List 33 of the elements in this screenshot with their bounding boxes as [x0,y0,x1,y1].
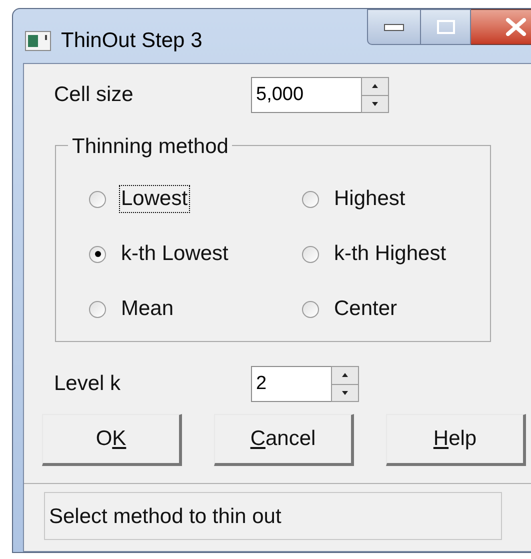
close-icon [504,18,526,36]
radio-button[interactable] [89,190,106,208]
radio-button[interactable] [302,246,319,262]
minimize-button[interactable] [367,9,421,45]
radio-label[interactable]: Center [333,296,398,322]
level-k-label: Level k [54,371,122,398]
dialog-button[interactable]: OK [42,414,182,466]
dialog-button[interactable]: Help [386,414,526,466]
status-bar: Select method to thin out [44,492,502,540]
window-title: ThinOut Step 3 [61,28,202,54]
up-arrow-icon [372,84,378,88]
dialog-button[interactable]: Cancel [214,414,354,466]
radio-label[interactable]: Highest [333,186,406,212]
app-icon [25,30,51,51]
radio-label[interactable]: k-th Lowest [120,241,230,267]
radio-button[interactable] [302,190,319,208]
spin-buttons[interactable] [361,77,389,113]
down-arrow-icon [372,102,378,106]
radio-label[interactable]: k-th Highest [333,241,448,267]
minimize-icon [384,24,404,30]
radio-button[interactable] [89,300,106,318]
radio-button[interactable] [302,300,319,318]
spin-buttons[interactable] [331,366,359,402]
radio-label[interactable]: Lowest [120,186,189,212]
maximize-button[interactable] [421,9,471,45]
down-arrow-icon [342,390,348,395]
number-field[interactable]: 2 [251,366,331,402]
radio-label[interactable]: Mean [120,296,175,322]
cell-size-label: Cell size [54,82,134,108]
up-arrow-icon [342,373,348,378]
radio-button[interactable] [89,246,106,262]
number-field[interactable]: 5,000 [251,77,361,113]
maximize-icon [436,20,454,34]
